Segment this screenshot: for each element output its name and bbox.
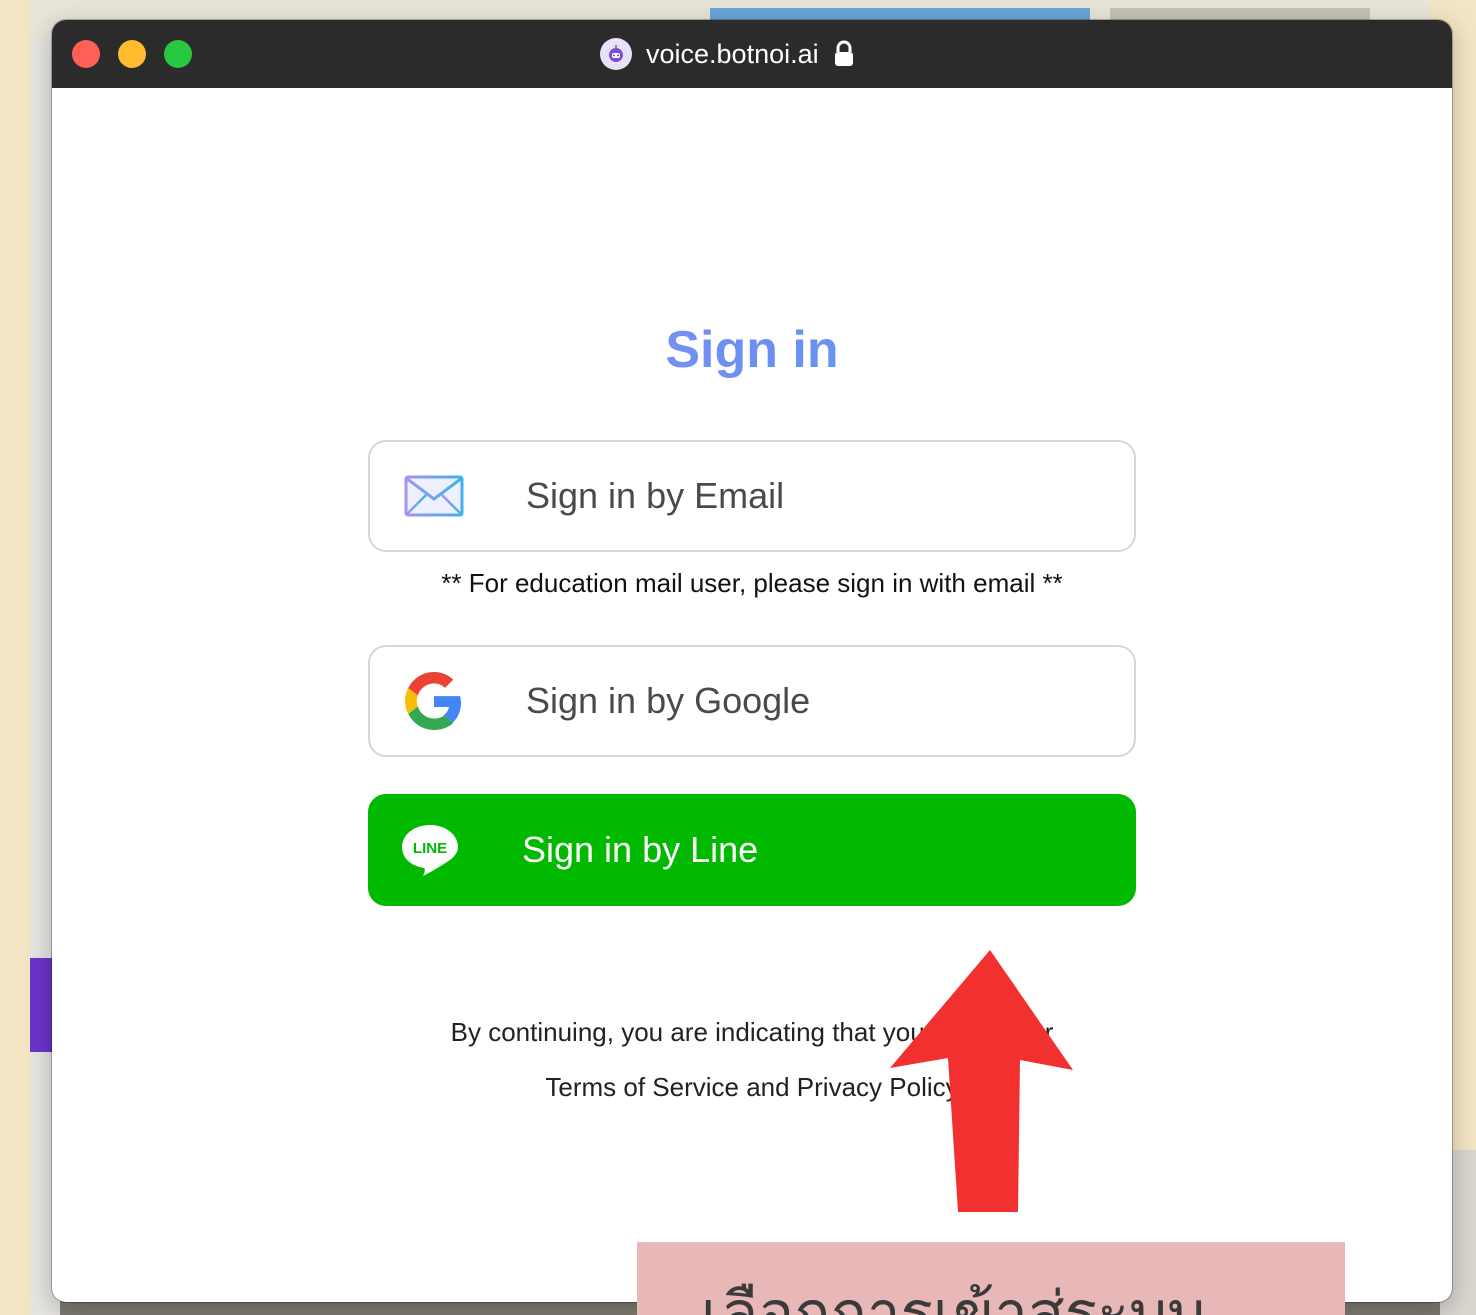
minimize-window-button[interactable] <box>118 40 146 68</box>
url-text: voice.botnoi.ai <box>646 38 819 69</box>
sign-in-email-label: Sign in by Email <box>526 475 785 516</box>
line-logo-icon: LINE <box>400 820 460 880</box>
address-bar[interactable]: voice.botnoi.ai <box>600 36 855 72</box>
annotation-callout: เลือกการเข้าสู่ระบบ <box>637 1242 1345 1315</box>
envelope-icon <box>404 466 464 526</box>
education-mail-note: ** For education mail user, please sign … <box>441 568 1063 598</box>
window-titlebar: voice.botnoi.ai <box>52 20 1452 88</box>
sign-in-line-label: Sign in by Line <box>522 829 759 870</box>
robot-icon <box>600 38 632 70</box>
red-arrow-up-icon <box>890 950 1073 1212</box>
screenshot: voice.botnoi.ai Sign in Sign in by Email… <box>0 0 1476 1315</box>
terms-of-service-link[interactable]: Terms of Service and Privacy Policy <box>52 1072 1452 1103</box>
page-title: Sign in <box>52 320 1452 380</box>
terms-notice-line1: By continuing, you are indicating that y… <box>450 1017 1054 1047</box>
sign-in-line-button[interactable]: LINE Sign in by Line <box>368 794 1136 906</box>
maximize-window-button[interactable] <box>164 40 192 68</box>
sign-in-google-label: Sign in by Google <box>526 680 811 721</box>
line-logo-text: LINE <box>413 840 447 857</box>
google-logo-icon <box>404 671 464 731</box>
close-window-button[interactable] <box>72 40 100 68</box>
browser-window: voice.botnoi.ai Sign in Sign in by Email… <box>52 20 1452 1302</box>
annotation-callout-text: เลือกการเข้าสู่ระบบ <box>701 1279 1206 1315</box>
lock-icon <box>833 40 855 68</box>
sign-in-email-button[interactable]: Sign in by Email <box>368 440 1136 552</box>
sign-in-google-button[interactable]: Sign in by Google <box>368 645 1136 757</box>
